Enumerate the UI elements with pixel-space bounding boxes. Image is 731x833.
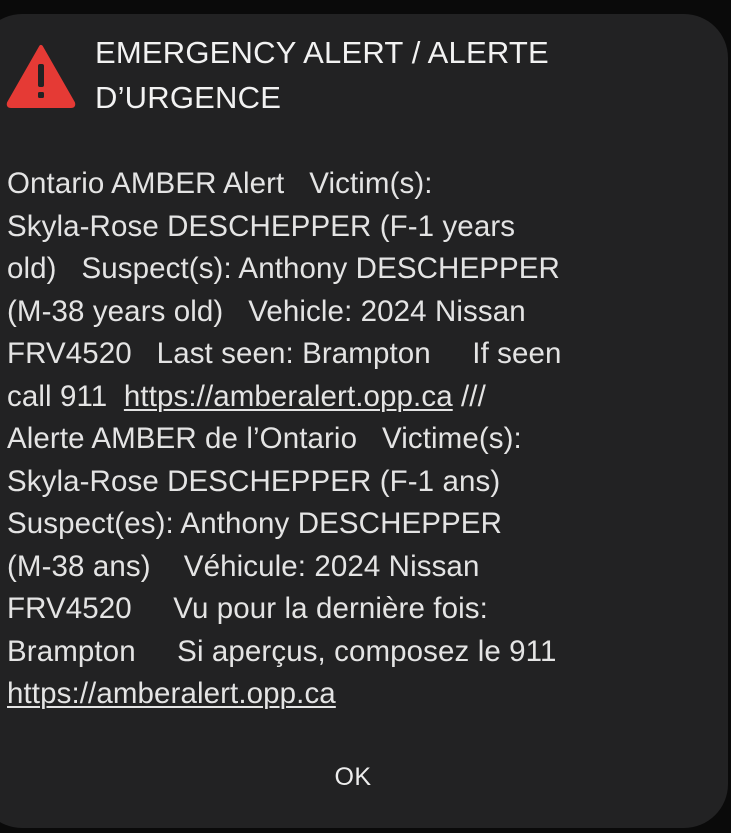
alert-title-line2: D’URGENCE bbox=[95, 80, 282, 115]
message-text: call 911 bbox=[7, 379, 124, 413]
message-line: https://amberalert.opp.ca bbox=[7, 673, 722, 716]
alert-title: EMERGENCY ALERT / ALERTE D’URGENCE bbox=[95, 30, 655, 120]
amber-alert-link[interactable]: https://amberalert.opp.ca bbox=[124, 380, 453, 413]
message-line: (M-38 ans) Véhicule: 2024 Nissan bbox=[7, 549, 480, 583]
message-line: FRV4520 Last seen: Brampton If seen bbox=[7, 337, 562, 370]
warning-triangle-icon bbox=[6, 45, 76, 108]
ok-button[interactable]: OK bbox=[303, 752, 403, 802]
alert-message: Ontario AMBER Alert Victim(s): Skyla-Ros… bbox=[7, 163, 722, 716]
message-line: Alerte AMBER de l’Ontario Victime(s): bbox=[7, 422, 522, 455]
message-line: old) Suspect(s): Anthony DESCHEPPER bbox=[7, 252, 560, 285]
message-line: FRV4520 Vu pour la dernière fois: bbox=[7, 592, 488, 625]
message-line: Skyla-Rose DESCHEPPER (F-1 ans) bbox=[7, 464, 501, 498]
message-line: Suspect(es): Anthony DESCHEPPER bbox=[7, 507, 502, 540]
message-line: Brampton Si aperçus, composez le 911 bbox=[7, 634, 557, 668]
alert-title-line1: EMERGENCY ALERT / ALERTE bbox=[95, 35, 549, 70]
message-text: /// bbox=[452, 379, 486, 413]
message-line: (M-38 years old) Vehicle: 2024 Nissan bbox=[7, 294, 526, 328]
amber-alert-link-french[interactable]: https://amberalert.opp.ca bbox=[7, 677, 336, 710]
alert-header: EMERGENCY ALERT / ALERTE D’URGENCE bbox=[0, 0, 731, 140]
message-line: call 911 https://amberalert.opp.ca /// bbox=[7, 376, 722, 419]
message-line: Ontario AMBER Alert Victim(s): bbox=[7, 167, 433, 200]
message-line: Skyla-Rose DESCHEPPER (F-1 years bbox=[7, 209, 516, 243]
